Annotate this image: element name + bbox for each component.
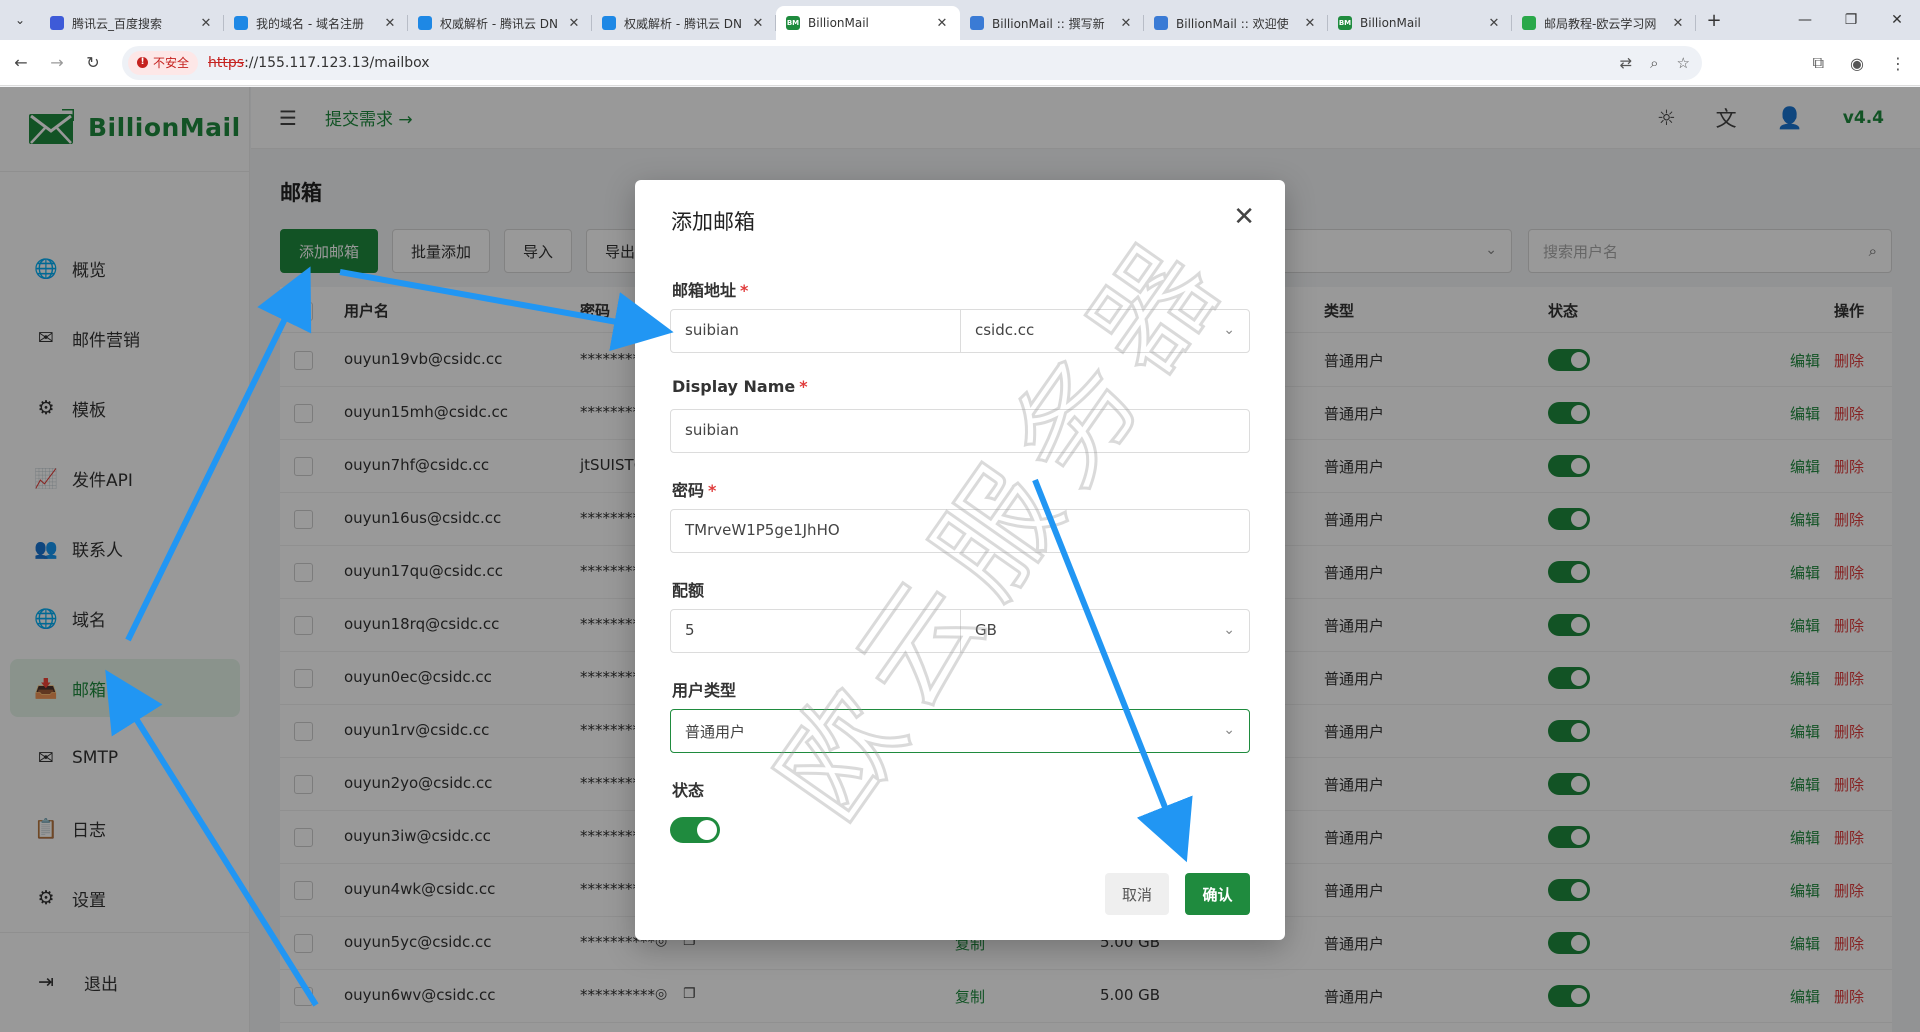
forward-icon[interactable]: → <box>42 53 72 72</box>
browser-address-bar: ← → ↻ ! 不安全 https://155.117.123.13/mailbo… <box>0 40 1920 86</box>
cloud-icon <box>418 16 432 30</box>
browser-tab[interactable]: BillionMail :: 欢迎使 ✕ <box>1144 6 1328 40</box>
chevron-down-icon[interactable]: ⌄ <box>1223 622 1235 638</box>
insecure-badge[interactable]: ! 不安全 <box>128 50 199 75</box>
status-label: 状态 <box>672 781 705 800</box>
dialog-title: 添加邮箱 <box>671 210 755 234</box>
omnibox[interactable]: ! 不安全 https://155.117.123.13/mailbox ⇄ ⌕ … <box>122 45 1702 80</box>
leaf-icon <box>1522 16 1536 30</box>
cancel-button[interactable]: 取消 <box>1105 873 1169 915</box>
close-tab-icon[interactable]: ✕ <box>382 16 398 31</box>
reload-icon[interactable]: ↻ <box>78 53 108 72</box>
browser-tab[interactable]: 权威解析 - 腾讯云 DN ✕ <box>592 6 776 40</box>
tab-search-chevron-icon[interactable]: ⌄ <box>0 0 40 40</box>
zoom-icon[interactable]: ⌕ <box>1650 54 1658 72</box>
close-window-icon[interactable]: ✕ <box>1874 0 1920 40</box>
bookmark-star-icon[interactable]: ☆ <box>1677 54 1690 72</box>
email-domain-select[interactable]: csidc.cc <box>975 321 1034 339</box>
close-tab-icon[interactable]: ✕ <box>1302 16 1318 31</box>
cube-icon <box>1154 16 1168 30</box>
close-tab-icon[interactable]: ✕ <box>566 16 582 31</box>
user-type-select[interactable]: 普通用户 ⌄ <box>670 709 1250 753</box>
cube-icon <box>970 16 984 30</box>
email-field: suibian csidc.cc ⌄ <box>670 309 1250 353</box>
extensions-icon[interactable]: ⧉ <box>1813 53 1824 73</box>
close-tab-icon[interactable]: ✕ <box>1486 16 1502 31</box>
quota-field: 5 GB ⌄ <box>670 609 1250 653</box>
password-input[interactable]: TMrveW1P5ge1JhHO <box>670 509 1250 553</box>
close-icon[interactable]: ✕ <box>1233 202 1255 232</box>
browser-tab[interactable]: BM BillionMail ✕ <box>776 6 960 40</box>
close-tab-icon[interactable]: ✕ <box>1118 16 1134 31</box>
chevron-down-icon: ⌄ <box>1223 722 1235 738</box>
minimize-icon[interactable]: — <box>1782 0 1828 40</box>
cloud-icon <box>602 16 616 30</box>
email-label: 邮箱地址 * <box>672 281 749 300</box>
quota-input[interactable]: 5 <box>685 621 695 639</box>
browser-tab[interactable]: 邮局教程-欧云学习网 ✕ <box>1512 6 1696 40</box>
browser-tab[interactable]: 我的域名 - 域名注册 ✕ <box>224 6 408 40</box>
paw-icon <box>50 16 64 30</box>
profile-icon[interactable]: ◉ <box>1850 54 1864 73</box>
add-mailbox-dialog: 添加邮箱 ✕ 邮箱地址 * suibian csidc.cc ⌄ Display … <box>635 180 1285 940</box>
chevron-down-icon[interactable]: ⌄ <box>1223 322 1235 338</box>
close-tab-icon[interactable]: ✕ <box>750 16 766 31</box>
display-name-label: Display Name * <box>672 377 808 396</box>
password-label: 密码 * <box>672 481 717 500</box>
user-type-label: 用户类型 <box>672 681 737 700</box>
new-tab-button[interactable]: + <box>1696 10 1732 31</box>
warning-icon: ! <box>137 57 148 68</box>
quota-unit-select[interactable]: GB <box>975 621 997 639</box>
close-tab-icon[interactable]: ✕ <box>1670 16 1686 31</box>
window-controls: — ❐ ✕ <box>1782 0 1920 40</box>
close-tab-icon[interactable]: ✕ <box>198 16 214 31</box>
bm-icon: BM <box>1338 16 1352 30</box>
translate-page-icon[interactable]: ⇄ <box>1620 54 1633 72</box>
browser-tab[interactable]: 权威解析 - 腾讯云 DN ✕ <box>408 6 592 40</box>
browser-menu-icon[interactable]: ⋮ <box>1890 54 1906 73</box>
confirm-button[interactable]: 确认 <box>1185 873 1250 915</box>
close-tab-icon[interactable]: ✕ <box>934 16 950 31</box>
browser-tab[interactable]: BM BillionMail ✕ <box>1328 6 1512 40</box>
cloud-icon <box>234 16 248 30</box>
restore-icon[interactable]: ❐ <box>1828 0 1874 40</box>
bm-icon: BM <box>786 16 800 30</box>
back-icon[interactable]: ← <box>6 53 36 72</box>
browser-tab-bar: ⌄ 腾讯云_百度搜索 ✕ 我的域名 - 域名注册 ✕ 权威解析 - 腾讯云 DN ✕ 权威解… <box>0 0 1920 40</box>
browser-tab[interactable]: 腾讯云_百度搜索 ✕ <box>40 6 224 40</box>
display-name-input[interactable]: suibian <box>670 409 1250 453</box>
quota-label: 配额 <box>672 581 705 600</box>
email-local-input[interactable]: suibian <box>685 321 739 339</box>
browser-tab[interactable]: BillionMail :: 撰写新 ✕ <box>960 6 1144 40</box>
status-toggle[interactable] <box>670 817 720 843</box>
url-text[interactable]: https://155.117.123.13/mailbox <box>208 55 430 71</box>
